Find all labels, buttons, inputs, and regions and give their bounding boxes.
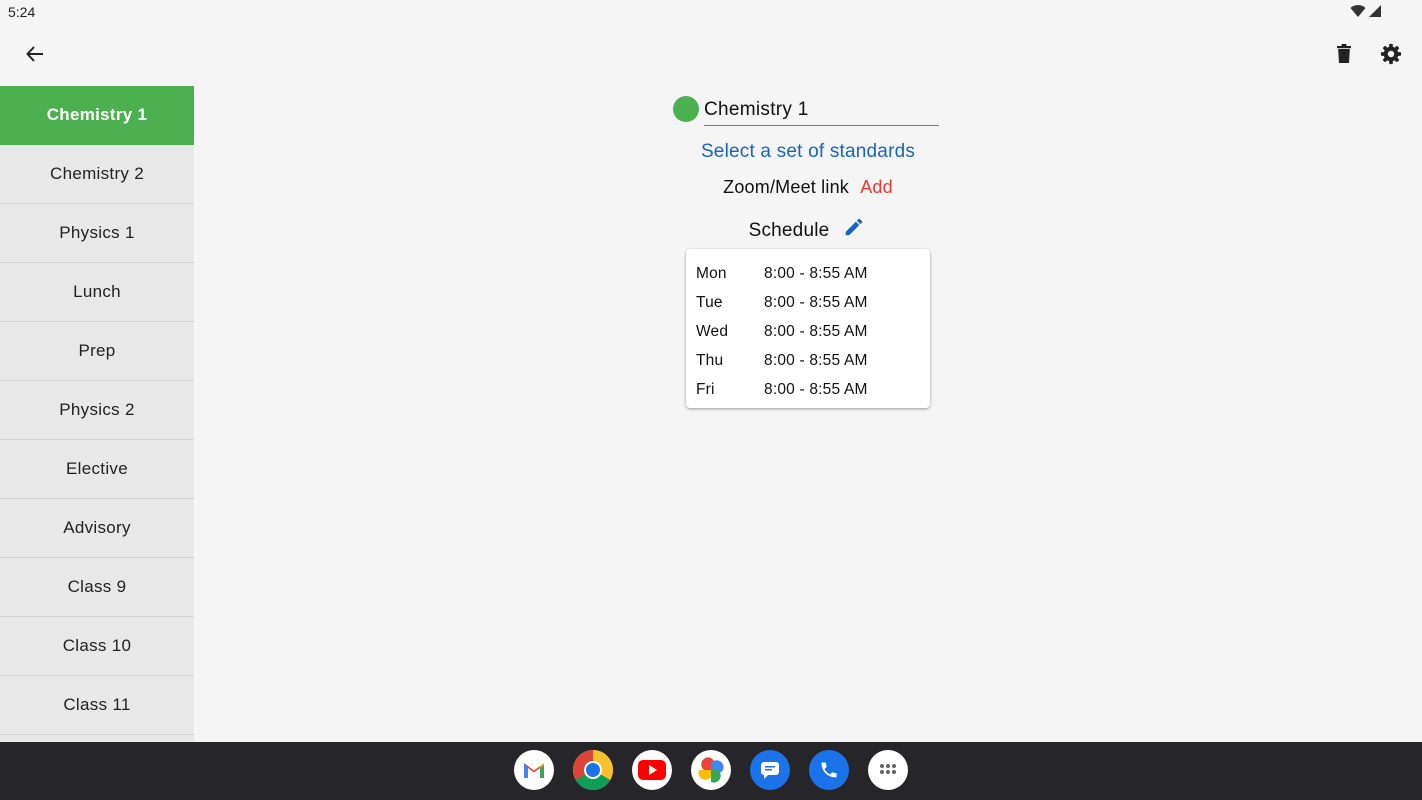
select-standards-link[interactable]: Select a set of standards	[194, 141, 1422, 163]
schedule-day: Tue	[696, 293, 723, 311]
phone-glyph-icon	[821, 762, 837, 778]
delete-button[interactable]	[1324, 34, 1364, 74]
messages-icon[interactable]	[750, 750, 790, 790]
schedule-time: 8:00 - 8:55 AM	[764, 351, 868, 369]
sidebar-item-class-11[interactable]: Class 11	[0, 676, 194, 735]
photos-glyph-icon	[698, 757, 724, 783]
sidebar-item-advisory[interactable]: Advisory	[0, 499, 194, 558]
pencil-icon	[846, 218, 863, 236]
schedule-row: Wed 8:00 - 8:55 AM	[686, 317, 930, 346]
sidebar-item-label: Prep	[78, 341, 116, 360]
status-icons	[1350, 4, 1382, 18]
app-drawer-icon[interactable]	[868, 750, 908, 790]
sidebar-item-label: Elective	[66, 459, 128, 478]
sidebar-item-label: Class 10	[62, 636, 132, 655]
schedule-row: Mon 8:00 - 8:55 AM	[686, 259, 930, 288]
sidebar-item-label: Physics 2	[59, 400, 135, 419]
class-list-sidebar: Chemistry 1 Chemistry 2 Physics 1 Lunch …	[0, 86, 194, 742]
sidebar-item-physics-2[interactable]: Physics 2	[0, 381, 194, 440]
settings-icon	[1380, 43, 1402, 65]
phone-icon[interactable]	[809, 750, 849, 790]
schedule-day: Mon	[696, 264, 727, 282]
back-button[interactable]	[15, 34, 55, 74]
photos-icon[interactable]	[691, 750, 731, 790]
schedule-time: 8:00 - 8:55 AM	[764, 293, 868, 311]
schedule-card: Mon 8:00 - 8:55 AM Tue 8:00 - 8:55 AM We…	[686, 249, 930, 408]
app-drawer-glyph-icon	[880, 764, 896, 774]
app-bar	[0, 24, 1422, 86]
schedule-time: 8:00 - 8:55 AM	[764, 264, 868, 282]
schedule-day: Thu	[696, 351, 724, 369]
gmail-icon[interactable]	[514, 750, 554, 790]
sidebar-item-class-9[interactable]: Class 9	[0, 558, 194, 617]
schedule-row: Thu 8:00 - 8:55 AM	[686, 346, 930, 375]
sidebar-item-elective[interactable]: Elective	[0, 440, 194, 499]
schedule-title: Schedule	[748, 220, 830, 241]
taskbar	[0, 742, 1422, 800]
sidebar-item-label: Physics 1	[59, 223, 135, 242]
zoom-add-button[interactable]: Add	[860, 177, 893, 197]
sidebar-item-lunch[interactable]: Lunch	[0, 263, 194, 322]
wifi-icon	[1350, 5, 1366, 18]
sidebar-item-class-10[interactable]: Class 10	[0, 617, 194, 676]
class-name-input[interactable]: Chemistry 1	[704, 96, 939, 126]
settings-button[interactable]	[1371, 34, 1411, 74]
sidebar-item-label: Chemistry 1	[46, 105, 148, 124]
sidebar-item-label: Chemistry 2	[50, 164, 144, 183]
app-dock	[514, 750, 908, 790]
back-arrow-icon	[26, 46, 43, 62]
sidebar-item-label: Lunch	[73, 282, 121, 301]
youtube-glyph-icon	[638, 760, 666, 780]
sidebar-item-chemistry-1[interactable]: Chemistry 1	[0, 86, 194, 145]
class-detail-panel: Chemistry 1 Select a set of standards Zo…	[194, 86, 1422, 742]
cell-signal-icon	[1369, 5, 1381, 17]
zoom-meet-label: Zoom/Meet link	[723, 177, 849, 197]
schedule-time: 8:00 - 8:55 AM	[764, 322, 868, 340]
gmail-glyph-icon	[524, 763, 544, 778]
chrome-icon[interactable]	[573, 750, 613, 790]
sidebar-item-prep[interactable]: Prep	[0, 322, 194, 381]
status-time: 5:24	[8, 4, 36, 20]
sidebar-item-label: Class 11	[63, 695, 131, 714]
sidebar-item-label: Advisory	[63, 518, 131, 537]
schedule-time: 8:00 - 8:55 AM	[764, 380, 868, 398]
messages-glyph-icon	[761, 762, 779, 779]
chrome-glyph-icon	[573, 750, 613, 790]
delete-icon	[1337, 44, 1351, 63]
schedule-row: Fri 8:00 - 8:55 AM	[686, 375, 930, 404]
schedule-header: Schedule	[194, 218, 1422, 242]
edit-schedule-button[interactable]	[843, 216, 867, 240]
schedule-day: Wed	[696, 322, 729, 340]
sidebar-item-label: Class 9	[67, 577, 127, 596]
schedule-row: Tue 8:00 - 8:55 AM	[686, 288, 930, 317]
status-bar: 5:24	[0, 0, 1422, 24]
youtube-icon[interactable]	[632, 750, 672, 790]
zoom-meet-row: Zoom/Meet link Add	[194, 177, 1422, 198]
class-color-picker[interactable]	[673, 96, 699, 122]
sidebar-item-physics-1[interactable]: Physics 1	[0, 204, 194, 263]
schedule-day: Fri	[696, 380, 715, 398]
sidebar-item-chemistry-2[interactable]: Chemistry 2	[0, 145, 194, 204]
